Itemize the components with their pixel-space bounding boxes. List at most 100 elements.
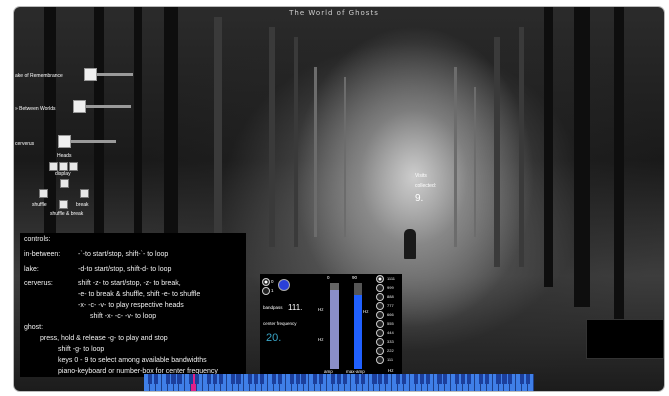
- piano-black-key[interactable]: [236, 374, 241, 384]
- display-label: display: [55, 171, 71, 177]
- head-button-x[interactable]: [49, 162, 58, 171]
- toggle-radio-on[interactable]: [262, 278, 270, 286]
- display-toggle[interactable]: [60, 179, 69, 188]
- piano-black-key[interactable]: [313, 374, 318, 384]
- tree-dark: [614, 7, 624, 327]
- bandwidth-radio[interactable]: [376, 302, 384, 310]
- shuffle-toggle[interactable]: [39, 189, 48, 198]
- piano-black-key[interactable]: [254, 374, 259, 384]
- piano-black-key[interactable]: [425, 374, 430, 384]
- help-key-cerverus: cerverus:: [24, 280, 53, 287]
- bandwidth-radio[interactable]: [376, 347, 384, 355]
- piano-black-key[interactable]: [248, 374, 253, 384]
- slider-label-remembrance: ake of Remembrance: [15, 73, 63, 79]
- piano-black-key[interactable]: [336, 374, 342, 384]
- visits-count: 9.: [415, 193, 424, 204]
- piano-black-key[interactable]: [218, 374, 223, 384]
- piano-black-key[interactable]: [331, 374, 336, 384]
- piano-black-key[interactable]: [384, 374, 389, 384]
- piano-black-key[interactable]: [526, 374, 531, 384]
- slider-track-cerverus[interactable]: [71, 140, 116, 143]
- piano-black-key[interactable]: [443, 374, 448, 384]
- head-button-c[interactable]: [59, 162, 68, 171]
- bandwidth-radio[interactable]: [376, 329, 384, 337]
- piano-keyboard[interactable]: [144, 374, 534, 391]
- piano-black-key[interactable]: [195, 374, 200, 384]
- center-frequency-number-box[interactable]: 20.: [266, 332, 281, 344]
- amp-slider-fill: [330, 289, 339, 369]
- piano-black-key[interactable]: [289, 374, 294, 384]
- piano-black-key[interactable]: [153, 374, 158, 384]
- piano-black-key[interactable]: [271, 374, 277, 384]
- head-button-v[interactable]: [69, 162, 78, 171]
- controls-help-panel: controls: in-between: -`-to start/stop, …: [20, 233, 246, 377]
- max-amp-meter[interactable]: [354, 283, 362, 369]
- piano-black-key[interactable]: [372, 374, 377, 384]
- piano-black-key[interactable]: [508, 374, 513, 384]
- piano-black-key[interactable]: [177, 374, 182, 384]
- help-text-ghost-3: keys 0 - 9 to select among available ban…: [58, 357, 207, 364]
- slider-track-between-worlds[interactable]: [86, 105, 131, 108]
- piano-black-key[interactable]: [171, 374, 176, 384]
- piano-black-key[interactable]: [401, 374, 407, 384]
- bandwidth-label: 444: [387, 330, 394, 335]
- collected-label: collected:: [415, 183, 437, 189]
- toggle-radio-off[interactable]: [262, 287, 270, 295]
- bandwidth-label: 333: [387, 339, 394, 344]
- tree-dark: [574, 7, 590, 307]
- piano-black-key[interactable]: [455, 374, 460, 384]
- bandpass-value[interactable]: 111.: [288, 303, 302, 312]
- piano-black-key[interactable]: [396, 374, 401, 384]
- piano-black-key[interactable]: [212, 374, 217, 384]
- piano-black-key[interactable]: [478, 374, 483, 384]
- shuffle-break-toggle[interactable]: [59, 200, 68, 209]
- ghost-play-button[interactable]: [278, 279, 290, 291]
- bandwidth-radio[interactable]: [376, 356, 384, 364]
- piano-black-key[interactable]: [437, 374, 442, 384]
- slider-knob-cerverus[interactable]: [58, 135, 71, 148]
- empty-display-box: [586, 319, 664, 359]
- toggle-off-label: 1: [271, 288, 274, 293]
- piano-black-key[interactable]: [230, 374, 235, 384]
- bandwidth-radio[interactable]: [376, 284, 384, 292]
- piano-black-key[interactable]: [419, 374, 424, 384]
- bandwidth-radio[interactable]: [376, 338, 384, 346]
- piano-black-key[interactable]: [354, 374, 359, 384]
- bandwidth-label: 777: [387, 303, 394, 308]
- piano-black-key[interactable]: [342, 374, 347, 384]
- help-key-ghost: ghost:: [24, 324, 44, 331]
- amp-slider[interactable]: [330, 283, 339, 369]
- piano-black-key[interactable]: [147, 374, 152, 384]
- help-text-ghost-1: press, hold & release -g- to play and st…: [40, 335, 168, 342]
- tree-mid: [269, 27, 275, 247]
- break-toggle[interactable]: [80, 189, 89, 198]
- piano-black-key[interactable]: [461, 374, 466, 384]
- piano-black-key[interactable]: [301, 374, 306, 384]
- piano-black-key[interactable]: [520, 374, 525, 384]
- piano-black-key[interactable]: [360, 374, 365, 384]
- piano-black-key[interactable]: [484, 374, 489, 384]
- bandwidth-radio[interactable]: [376, 311, 384, 319]
- piano-black-key[interactable]: [496, 374, 501, 384]
- piano-black-key[interactable]: [466, 374, 472, 384]
- piano-black-key[interactable]: [189, 374, 194, 384]
- slider-knob-remembrance[interactable]: [84, 68, 97, 81]
- piano-black-key[interactable]: [295, 374, 300, 384]
- help-text-lake: -d-to start/stop, shift-d- to loop: [78, 266, 172, 273]
- bandpass-label: bandpass: [263, 305, 283, 310]
- piano-black-key[interactable]: [165, 374, 170, 384]
- piano-black-key[interactable]: [260, 374, 265, 384]
- piano-black-key[interactable]: [206, 374, 212, 384]
- piano-black-key[interactable]: [413, 374, 418, 384]
- piano-black-key[interactable]: [378, 374, 383, 384]
- piano-black-key[interactable]: [502, 374, 507, 384]
- slider-knob-between-worlds[interactable]: [73, 100, 86, 113]
- slider-track-remembrance[interactable]: [97, 73, 133, 76]
- help-key-lake: lake:: [24, 266, 39, 273]
- piano-black-key[interactable]: [277, 374, 282, 384]
- bandwidth-radio[interactable]: [376, 275, 384, 283]
- bandwidth-radio[interactable]: [376, 320, 384, 328]
- bandwidth-radio[interactable]: [376, 293, 384, 301]
- piano-black-key[interactable]: [319, 374, 324, 384]
- tree-mid: [214, 17, 222, 257]
